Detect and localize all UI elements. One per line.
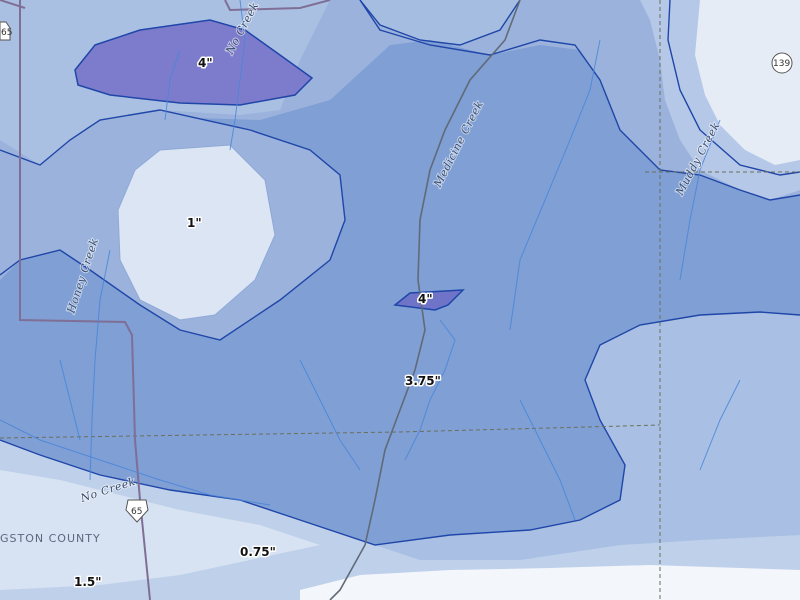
contour-label-center-4in: 4": [418, 292, 433, 306]
contour-label-south-0-75in: 0.75": [240, 545, 276, 559]
contour-label-sw-1-5in: 1.5": [74, 575, 102, 589]
contour-label-main-3-75in: 3.75": [405, 374, 441, 388]
contour-label-nw-4in: 4": [198, 56, 213, 70]
svg-text:65: 65: [1, 28, 12, 38]
contour-label-west-1in: 1": [187, 216, 202, 230]
route-shield-139: 139: [771, 52, 793, 74]
map-canvas[interactable]: No Creek Medicine Creek Muddy Creek Hone…: [0, 0, 800, 600]
svg-text:65: 65: [131, 507, 142, 517]
svg-text:139: 139: [773, 59, 790, 69]
snowfall-map[interactable]: No Creek Medicine Creek Muddy Creek Hone…: [0, 0, 800, 600]
county-label: GSTON COUNTY: [0, 532, 101, 545]
